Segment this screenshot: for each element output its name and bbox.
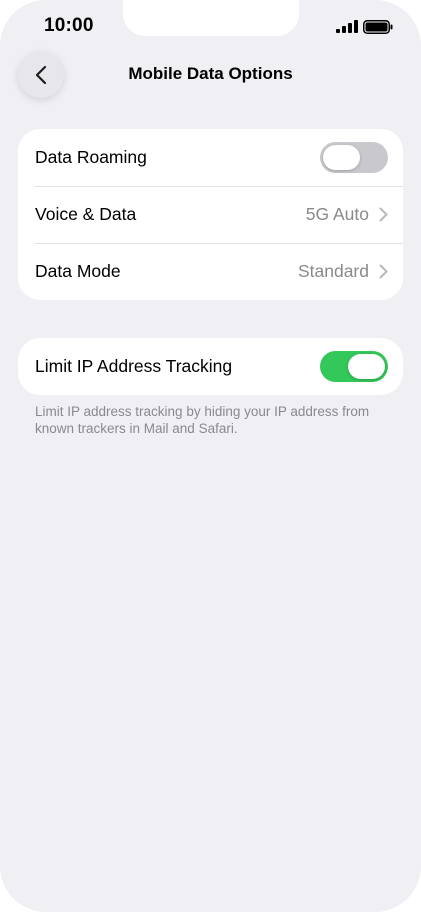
page-title: Mobile Data Options	[128, 64, 293, 83]
privacy-settings-group: Limit IP Address Tracking	[18, 338, 403, 395]
data-mode-label: Data Mode	[35, 261, 121, 281]
toggle-knob	[323, 145, 360, 170]
limit-ip-tracking-footnote: Limit IP address tracking by hiding your…	[35, 404, 370, 436]
cellular-signal-icon	[336, 20, 358, 33]
device-notch	[123, 0, 299, 36]
phone-screen: 10:00 Mobile Data Options Data Roaming V…	[0, 0, 421, 912]
battery-icon	[363, 20, 393, 34]
toggle-knob	[348, 354, 385, 379]
voice-data-row[interactable]: Voice & Data 5G Auto	[18, 186, 403, 243]
data-mode-value: Standard	[297, 261, 369, 281]
limit-ip-tracking-label: Limit IP Address Tracking	[35, 356, 233, 376]
limit-ip-tracking-row: Limit IP Address Tracking	[18, 338, 403, 395]
data-roaming-row: Data Roaming	[18, 129, 403, 186]
chevron-right-icon	[379, 207, 388, 222]
limit-ip-tracking-toggle[interactable]	[320, 351, 388, 382]
chevron-right-icon	[379, 264, 388, 279]
mobile-data-settings-group: Data Roaming Voice & Data 5G Auto Data M…	[18, 129, 403, 300]
voice-data-value: 5G Auto	[305, 204, 369, 224]
data-roaming-label: Data Roaming	[35, 147, 147, 167]
data-roaming-toggle[interactable]	[320, 142, 388, 173]
data-mode-row[interactable]: Data Mode Standard	[18, 243, 403, 300]
voice-data-label: Voice & Data	[35, 204, 137, 224]
status-time: 10:00	[44, 15, 94, 36]
